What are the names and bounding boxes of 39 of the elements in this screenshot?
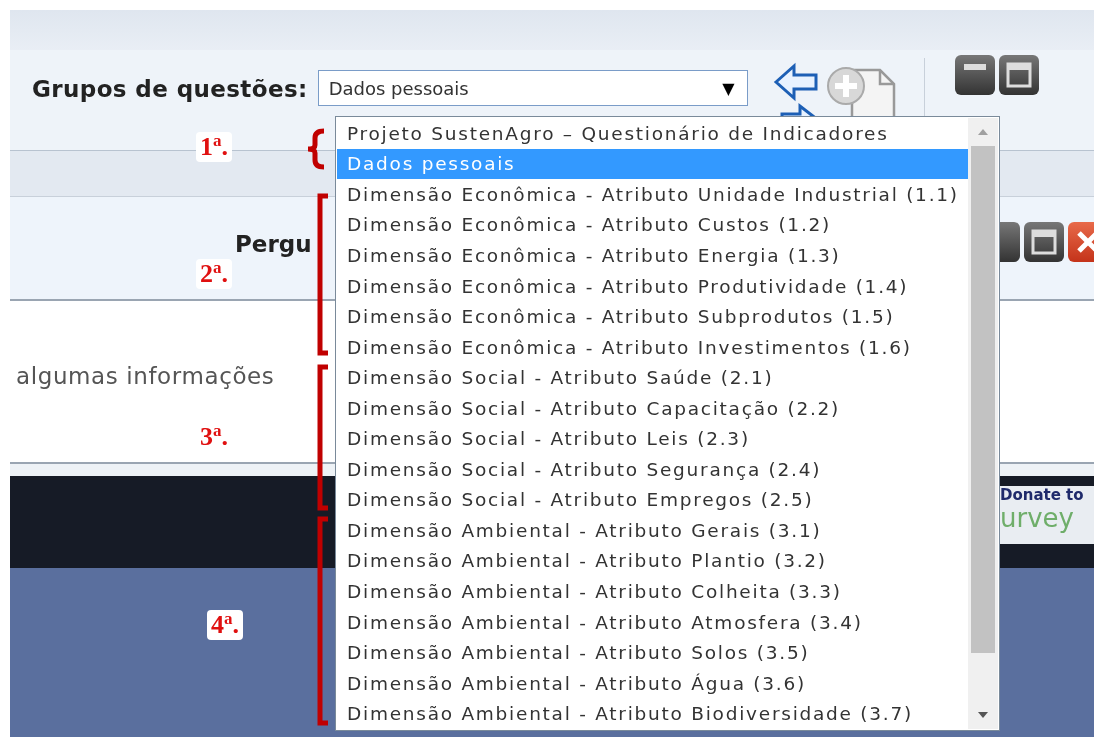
maximize-button[interactable] <box>1024 222 1064 262</box>
dropdown-option[interactable]: Dimensão Ambiental - Atributo Atmosfera (3.4) <box>337 606 968 638</box>
dropdown-option[interactable]: Dimensão Social - Atributo Segurança (2.4) <box>337 454 968 485</box>
field-label: Grupos de questões: <box>32 76 308 102</box>
dropdown-option[interactable]: Dimensão Ambiental - Atributo Solos (3.5) <box>337 637 968 668</box>
dropdown-option[interactable]: Dimensão Econômica - Atributo Investimentos (1.6) <box>337 331 968 363</box>
banner-logo-text: urvey <box>1000 504 1075 532</box>
dropdown-option[interactable]: Dimensão Social - Atributo Saúde (2.1) <box>337 362 968 393</box>
dropdown-option[interactable]: Dimensão Econômica - Atributo Unidade Industrial (1.1) <box>337 179 968 210</box>
dropdown-option[interactable]: Dimensão Econômica - Atributo Subprodutos (1.5) <box>337 301 968 332</box>
dropdown-option[interactable]: Dimensão Econômica - Atributo Energia (1.3) <box>337 240 968 271</box>
scrollbar[interactable] <box>968 118 998 729</box>
dropdown-option[interactable]: Dimensão Social - Atributo Leis (2.3) <box>337 423 968 454</box>
dropdown-option[interactable]: Dimensão Ambiental - Atributo Biodiversidade (3.7) <box>337 698 968 729</box>
dropdown-option[interactable]: Dimensão Social - Atributo Empregos (2.5) <box>337 484 968 516</box>
curly-brace <box>305 128 327 170</box>
annotation-label: 4$^{a}$. <box>207 610 243 640</box>
dropdown-option[interactable]: Dimensão Ambiental - Atributo Colheita (3.3) <box>337 576 968 607</box>
dropdown-option[interactable]: Dimensão Econômica - Atributo Custos (1.2) <box>337 209 968 241</box>
scroll-down-icon[interactable] <box>977 711 989 719</box>
minimize-icon <box>963 64 986 70</box>
dropdown-option[interactable]: Projeto SustenAgro – Questionário de Indicadores <box>337 118 968 149</box>
donate-banner[interactable]: Donate to urvey <box>998 486 1094 544</box>
question-text: algumas informações <box>16 362 275 389</box>
maximize-icon <box>1004 61 1033 89</box>
dropdown-option[interactable]: Dimensão Ambiental - Atributo Água (3.6) <box>337 667 968 699</box>
maximize-button[interactable] <box>998 55 1039 95</box>
annotation-label: 2$^{a}$. <box>196 259 232 289</box>
dropdown-option[interactable]: Dimensão Ambiental - Atributo Gerais (3.1) <box>337 515 968 546</box>
maximize-icon <box>1030 228 1058 256</box>
dropdown-option[interactable]: Dimensão Social - Atributo Capacitação (2.2) <box>337 392 968 424</box>
banner-text: Donate to <box>1000 486 1085 504</box>
dropdown-option[interactable]: Dimensão Ambiental - Atributo Plantio (3.2) <box>337 545 968 577</box>
annotation-label: 1$^{a}$. <box>196 132 232 162</box>
question-header: Pergu <box>235 231 312 257</box>
dropdown-option[interactable]: Dimensão Econômica - Atributo Produtividade (1.4) <box>337 270 968 302</box>
group-select[interactable]: Dados pessoais ▼ <box>317 70 748 106</box>
minimize-button[interactable] <box>954 55 995 95</box>
scroll-thumb[interactable] <box>971 146 995 653</box>
